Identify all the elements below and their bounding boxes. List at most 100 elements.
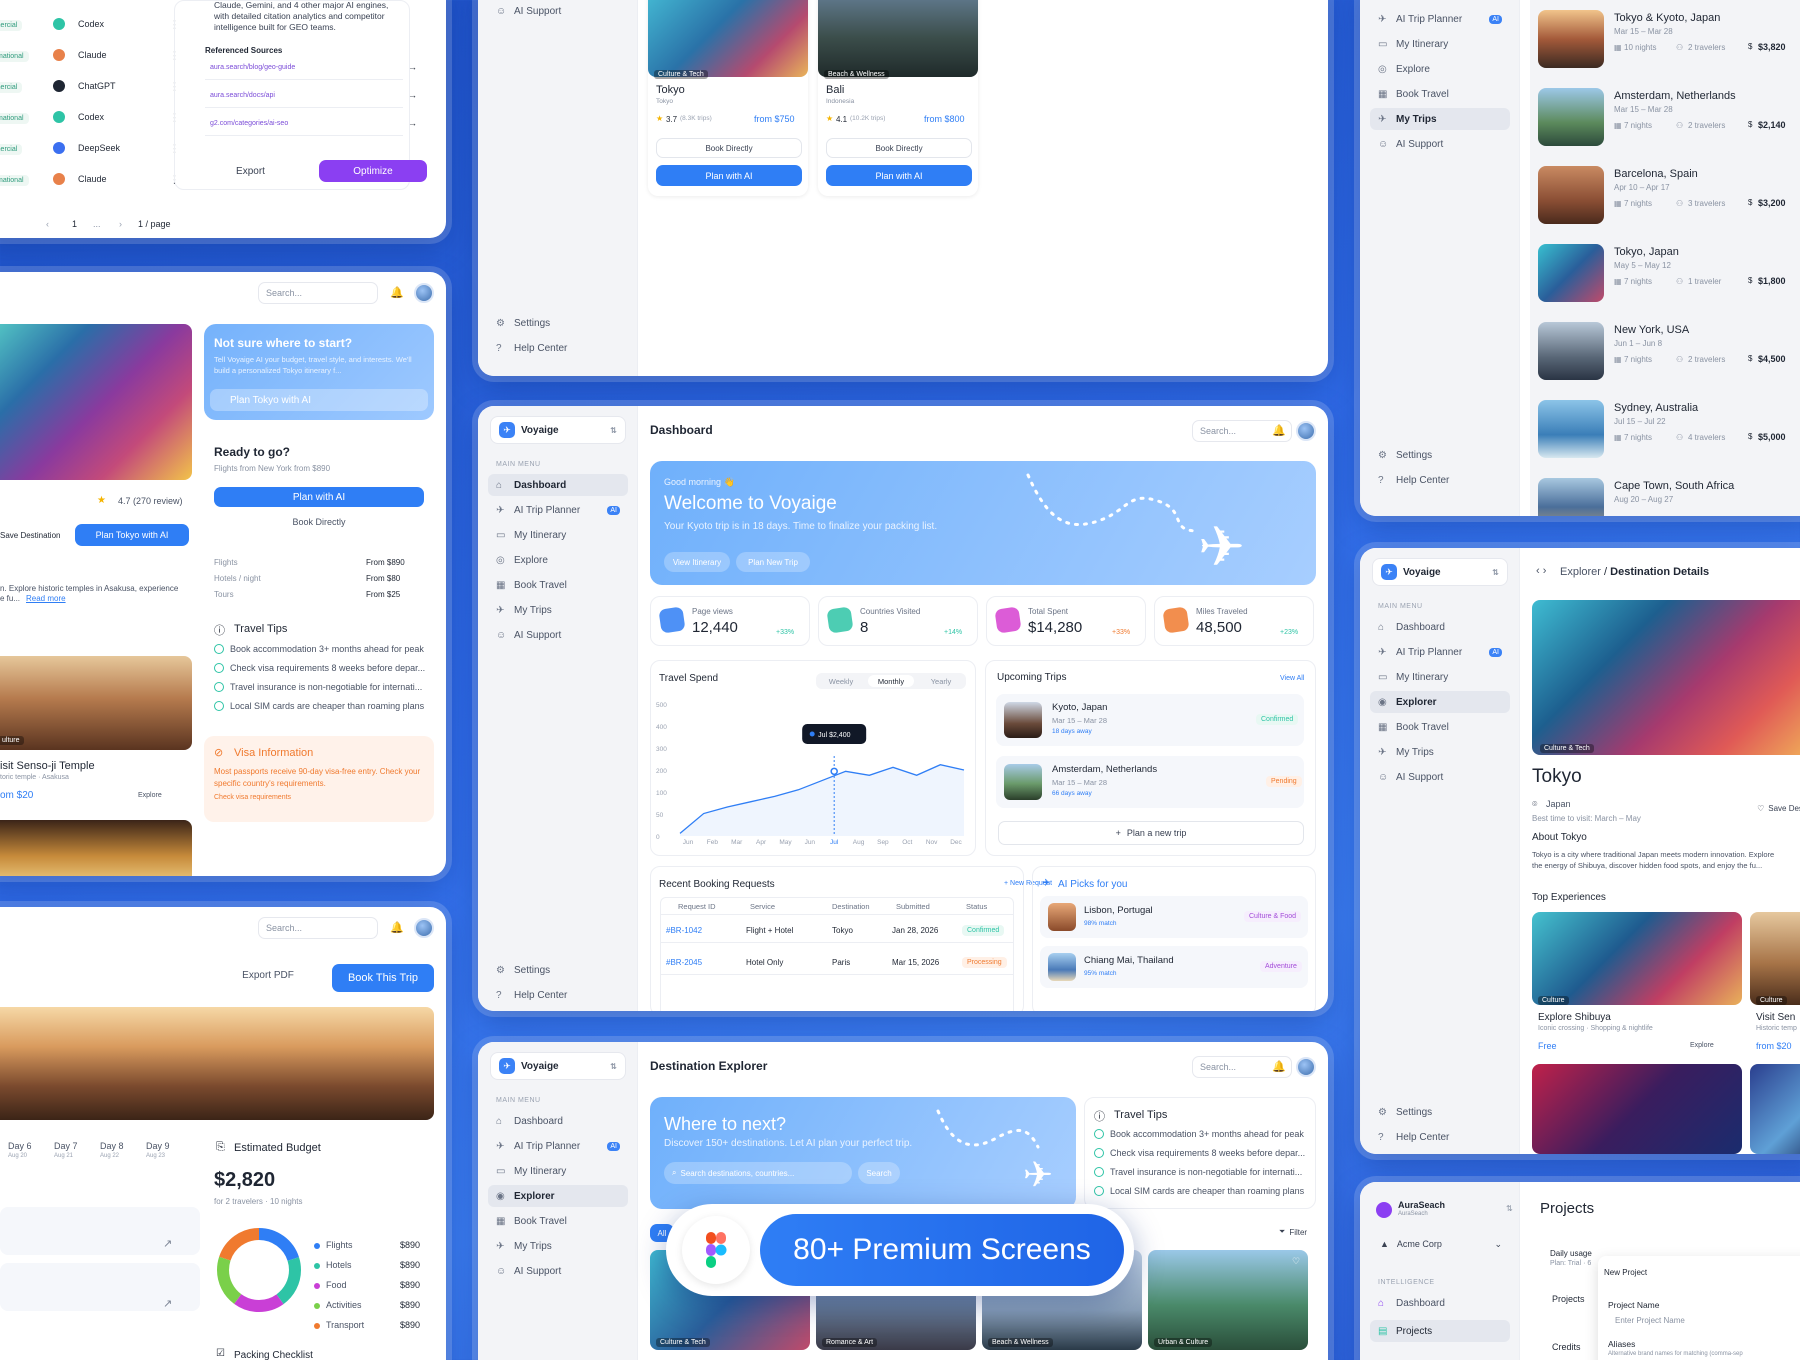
save-destination-button[interactable]: Save Destination bbox=[0, 531, 60, 540]
nav-my-itinerary[interactable]: ▭ My Itinerary bbox=[488, 1160, 628, 1182]
nav-dashboard[interactable]: ⌂ Dashboard bbox=[1370, 1292, 1510, 1314]
export-button[interactable]: Export bbox=[198, 160, 303, 182]
read-more-link[interactable]: Read more bbox=[26, 594, 66, 603]
chart-tab[interactable]: Weekly bbox=[818, 675, 864, 687]
bell-icon[interactable]: 🔔 bbox=[390, 286, 404, 299]
nav-my-itinerary[interactable]: ▭ My Itinerary bbox=[488, 524, 628, 546]
visa-link[interactable]: Check visa requirements bbox=[214, 794, 291, 801]
nav-my-trips[interactable]: ✈ My Trips bbox=[1370, 741, 1510, 763]
book-directly-button[interactable]: Book Directly bbox=[826, 138, 972, 158]
temple-explore[interactable]: Explore bbox=[138, 792, 162, 799]
destination-photo[interactable] bbox=[1148, 1250, 1308, 1350]
pager-prev[interactable]: ‹ bbox=[46, 219, 49, 229]
external-link-icon[interactable]: ↗ bbox=[163, 1237, 172, 1250]
plan-new-trip-row[interactable]: + Plan a new trip bbox=[998, 821, 1304, 845]
pager-per-page[interactable]: 1 / page bbox=[138, 219, 171, 229]
project-name-input[interactable]: Enter Project Name bbox=[1608, 1311, 1800, 1329]
nav-ai-trip-planner[interactable]: ✈ AI Trip Planner AI bbox=[488, 1135, 628, 1157]
day-tab[interactable]: Day 6 bbox=[8, 1141, 32, 1151]
chart-tab[interactable]: Monthly bbox=[868, 675, 914, 687]
nav-settings[interactable]: ⚙ Settings bbox=[1370, 444, 1510, 466]
request-id[interactable]: #BR-2045 bbox=[666, 958, 702, 967]
trip-city[interactable]: Amsterdam, Netherlands bbox=[1614, 90, 1736, 102]
view-all-link[interactable]: View All bbox=[1280, 675, 1304, 682]
nav-settings[interactable]: ⚙ Settings bbox=[488, 959, 628, 981]
trip-city[interactable]: New York, USA bbox=[1614, 324, 1689, 336]
export-pdf-button[interactable]: Export PDF bbox=[238, 964, 298, 986]
workspace-switcher[interactable]: ✈ Voyaige ⇅ bbox=[1372, 558, 1508, 586]
nav-dashboard[interactable]: ⌂ Dashboard bbox=[488, 474, 628, 496]
avatar[interactable] bbox=[414, 918, 434, 938]
arrow-right-icon[interactable]: → bbox=[408, 118, 417, 128]
book-directly-button[interactable]: Book Directly bbox=[214, 512, 424, 532]
nav-settings[interactable]: ⚙ Settings bbox=[1370, 1101, 1510, 1123]
plan-tokyo-with-ai-button[interactable]: Plan Tokyo with AI bbox=[75, 524, 189, 546]
plan-with-ai-button[interactable]: Plan with AI bbox=[826, 165, 972, 186]
nav-explore[interactable]: ◎ Explore bbox=[1370, 58, 1510, 80]
nav-explorer[interactable]: ◉ Explorer bbox=[488, 1185, 628, 1207]
book-this-trip-button[interactable]: Book This Trip bbox=[332, 964, 434, 992]
plan-with-ai-button[interactable]: Plan with AI bbox=[656, 165, 802, 186]
nav-my-trips[interactable]: ✈ My Trips bbox=[1370, 108, 1510, 130]
chart-tab[interactable]: Yearly bbox=[918, 675, 964, 687]
book-directly-button[interactable]: Book Directly bbox=[656, 138, 802, 158]
nav-help[interactable]: ? Help Center bbox=[488, 337, 628, 359]
avatar[interactable] bbox=[1296, 1057, 1316, 1077]
day-tab[interactable]: Day 7 bbox=[54, 1141, 78, 1151]
search-button[interactable]: Search bbox=[858, 1162, 900, 1184]
nav-my-trips[interactable]: ✈ My Trips bbox=[488, 1235, 628, 1257]
trip-city[interactable]: Sydney, Australia bbox=[1614, 402, 1698, 414]
nav-dashboard[interactable]: ⌂ Dashboard bbox=[488, 1110, 628, 1132]
arrow-right-icon[interactable]: → bbox=[408, 90, 417, 100]
plan-tokyo-ai-button[interactable]: Plan Tokyo with AI bbox=[210, 389, 428, 411]
nav-book-travel[interactable]: ▦ Book Travel bbox=[488, 574, 628, 596]
org-selector[interactable]: ▲ Acme Corp ⌄ bbox=[1372, 1233, 1508, 1255]
workspace-switcher[interactable]: ✈ Voyaige ⇅ bbox=[490, 416, 626, 444]
back-arrow-icon[interactable]: ‹ › bbox=[1536, 565, 1546, 577]
bell-icon[interactable]: 🔔 bbox=[1272, 1060, 1286, 1073]
nav-ai-trip-planner[interactable]: ✈ AI Trip Planner AI bbox=[1370, 641, 1510, 663]
plan-with-ai-button[interactable]: Plan with AI bbox=[214, 487, 424, 507]
nav-explore[interactable]: ◎ Explore bbox=[488, 549, 628, 571]
nav-book-travel[interactable]: ▦ Book Travel bbox=[1370, 716, 1510, 738]
pager-page[interactable]: 1 bbox=[72, 219, 77, 229]
day-tab[interactable]: Day 8 bbox=[100, 1141, 124, 1151]
nav-explorer[interactable]: ◉ Explorer bbox=[1370, 691, 1510, 713]
bell-icon[interactable]: 🔔 bbox=[390, 921, 404, 934]
pager-next[interactable]: › bbox=[119, 219, 122, 229]
nav-book-travel[interactable]: ▦ Book Travel bbox=[488, 1210, 628, 1232]
request-id[interactable]: #BR-1042 bbox=[666, 926, 702, 935]
source-link[interactable]: aura.search/blog/geo-guide bbox=[210, 64, 295, 71]
external-link-icon[interactable]: ↗ bbox=[163, 1297, 172, 1310]
trip-city[interactable]: Tokyo, Japan bbox=[1614, 246, 1679, 258]
destination-search-input[interactable]: ⌕ Search destinations, countries... bbox=[664, 1162, 852, 1184]
exp-explore-link[interactable]: Explore bbox=[1690, 1042, 1714, 1049]
nav-dashboard[interactable]: ⌂ Dashboard bbox=[1370, 616, 1510, 638]
nav-ai-support[interactable]: ☺ AI Support bbox=[1370, 133, 1510, 155]
trip-city[interactable]: Cape Town, South Africa bbox=[1614, 480, 1734, 492]
plan-new-trip-button[interactable]: Plan New Trip bbox=[736, 552, 810, 572]
nav-ai-support[interactable]: ☺ AI Support bbox=[1370, 766, 1510, 788]
nav-ai-trip-planner[interactable]: ✈ AI Trip Planner AI bbox=[1370, 8, 1510, 30]
nav-my-itinerary[interactable]: ▭ My Itinerary bbox=[1370, 33, 1510, 55]
source-link[interactable]: aura.search/docs/api bbox=[210, 92, 275, 99]
trip-city[interactable]: Tokyo & Kyoto, Japan bbox=[1614, 12, 1720, 24]
search-input[interactable]: Search... bbox=[258, 917, 378, 939]
nav-book-travel[interactable]: ▦ Book Travel bbox=[1370, 83, 1510, 105]
chevron-updown-icon[interactable]: ⇅ bbox=[1506, 1204, 1513, 1213]
nav-ai-support[interactable]: ☺ AI Support bbox=[488, 1260, 628, 1282]
day-tab[interactable]: Day 9 bbox=[146, 1141, 170, 1151]
bell-icon[interactable]: 🔔 bbox=[1272, 424, 1286, 437]
source-link[interactable]: g2.com/categories/ai-seo bbox=[210, 120, 288, 127]
optimize-button[interactable]: Optimize bbox=[319, 160, 427, 182]
nav-projects[interactable]: ▤ Projects bbox=[1370, 1320, 1510, 1342]
nav-my-itinerary[interactable]: ▭ My Itinerary bbox=[1370, 666, 1510, 688]
view-itinerary-button[interactable]: View Itinerary bbox=[664, 552, 730, 572]
nav-my-trips[interactable]: ✈ My Trips bbox=[488, 599, 628, 621]
nav-ai-support[interactable]: ☺ AI Support bbox=[488, 0, 628, 22]
heart-icon[interactable]: ♡ bbox=[1292, 1256, 1300, 1267]
trip-city[interactable]: Barcelona, Spain bbox=[1614, 168, 1698, 180]
nav-help[interactable]: ? Help Center bbox=[1370, 469, 1510, 491]
nav-help[interactable]: ? Help Center bbox=[488, 984, 628, 1006]
nav-help[interactable]: ? Help Center bbox=[1370, 1126, 1510, 1148]
